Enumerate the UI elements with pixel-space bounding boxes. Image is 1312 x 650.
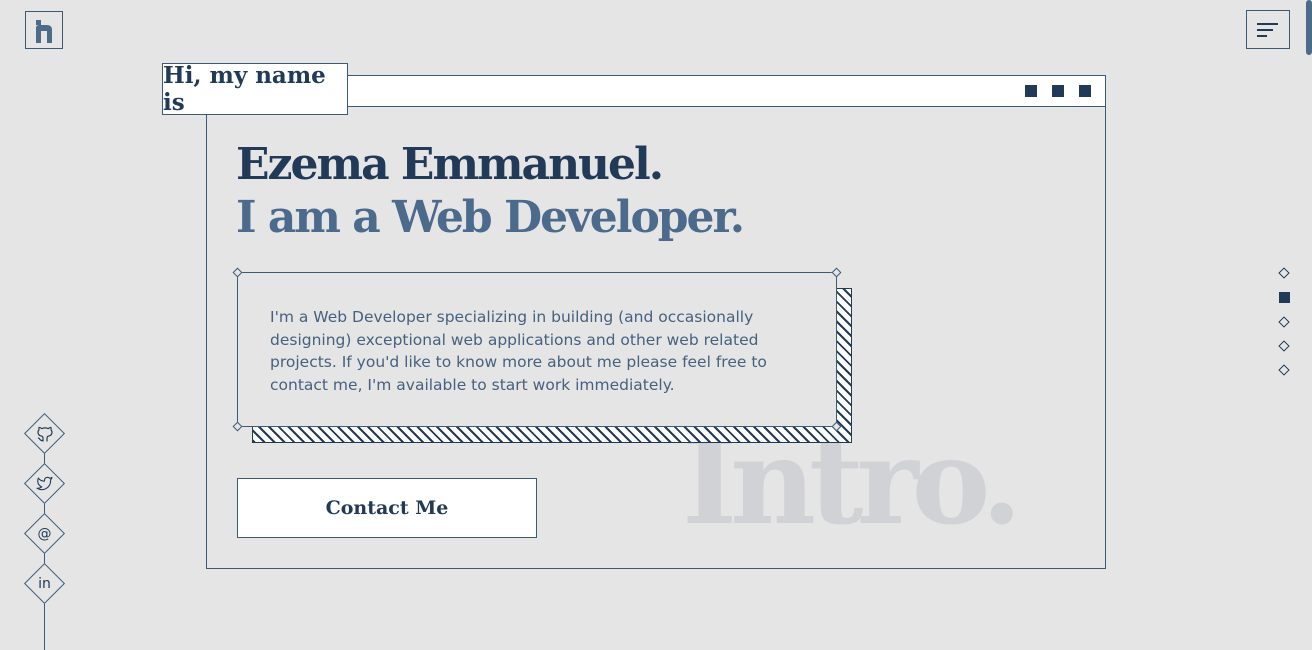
- social-link-email[interactable]: @: [23, 512, 66, 555]
- bio-box: I'm a Web Developer specializing in buil…: [237, 272, 837, 427]
- social-link-linkedin[interactable]: in: [23, 562, 66, 605]
- scrollbar-thumb[interactable]: [1306, 0, 1312, 55]
- hero-name: Ezema Emmanuel.: [236, 139, 664, 190]
- at-sign-icon: @: [37, 525, 52, 542]
- social-link-twitter[interactable]: [23, 462, 66, 505]
- menu-button[interactable]: [1246, 10, 1290, 49]
- contact-me-button[interactable]: Contact Me: [237, 478, 537, 538]
- bio-text: I'm a Web Developer specializing in buil…: [270, 308, 767, 394]
- section-nav-dot[interactable]: [1278, 340, 1290, 352]
- section-nav-dot[interactable]: [1278, 267, 1290, 279]
- hero-role: I am a Web Developer.: [236, 192, 745, 243]
- window-square-icon: [1079, 85, 1091, 97]
- social-link-github[interactable]: [23, 412, 66, 455]
- hamburger-menu-icon: [1257, 22, 1278, 37]
- section-nav-dot[interactable]: [1278, 364, 1290, 376]
- section-nav-dot-active[interactable]: [1279, 292, 1290, 303]
- greeting-tag: Hi, my name is: [162, 62, 348, 116]
- twitter-icon: [36, 476, 53, 491]
- window-square-icon: [1025, 85, 1037, 97]
- linkedin-icon: in: [38, 575, 51, 592]
- hero-heading: Ezema Emmanuel. I am a Web Developer.: [236, 138, 745, 244]
- window-square-icon: [1052, 85, 1064, 97]
- site-logo[interactable]: [25, 11, 63, 49]
- github-icon: [36, 426, 53, 442]
- section-nav-dot[interactable]: [1278, 316, 1290, 328]
- n-logo-icon: [36, 20, 52, 43]
